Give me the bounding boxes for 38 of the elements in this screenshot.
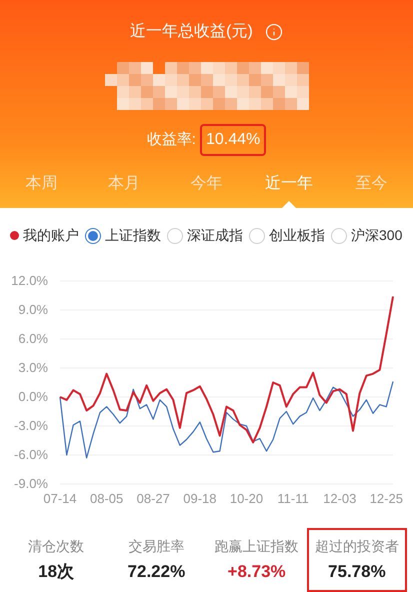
period-tab[interactable]: 本月 <box>82 166 166 208</box>
y-axis-label: 0.0% <box>18 388 48 404</box>
header-title: 近一年总收益(元) <box>130 22 253 42</box>
stat-label: 清仓次数 <box>28 536 84 556</box>
y-axis-label: -9.0% <box>14 476 48 490</box>
y-axis-label: 3.0% <box>18 360 48 374</box>
y-axis-label: -6.0% <box>14 446 48 462</box>
stat-value: 75.78% <box>328 560 386 582</box>
x-axis-label: 12-03 <box>323 490 356 506</box>
period-tab[interactable]: 本周 <box>0 166 83 208</box>
x-axis-label: 11-11 <box>277 490 309 506</box>
x-axis-label: 08-05 <box>90 490 124 506</box>
stat-label: 交易胜率 <box>128 536 184 556</box>
x-axis-label: 07-14 <box>43 490 77 506</box>
y-axis-label: 9.0% <box>18 302 48 316</box>
rate-value: 10.44% <box>200 124 266 156</box>
index-radio[interactable]: 创业板指 <box>249 225 325 246</box>
index-radio[interactable]: 沪深300 <box>331 225 402 246</box>
index-radio[interactable]: 深证成指 <box>167 225 243 246</box>
y-axis-label: 6.0% <box>18 330 48 346</box>
stat-value: +8.73% <box>228 560 286 582</box>
stat-value: 18次 <box>38 560 74 582</box>
index-radio[interactable]: 上证指数 <box>85 225 161 246</box>
x-axis-label: 08-27 <box>136 490 170 506</box>
x-axis-label: 09-18 <box>183 490 216 506</box>
rate-label: 收益率: <box>146 130 196 150</box>
stat-label: 跑赢上证指数 <box>214 536 299 556</box>
x-axis-label: 10-20 <box>230 490 264 506</box>
y-axis-label: 12.0% <box>11 272 48 288</box>
info-icon[interactable] <box>264 23 283 41</box>
stat-label: 超过的投资者 <box>314 536 399 556</box>
y-axis-label: -3.0% <box>14 418 48 432</box>
x-axis-label: 12-25 <box>370 490 403 506</box>
legend-label: 我的账户 <box>23 226 79 246</box>
period-tab[interactable]: 今年 <box>165 166 248 208</box>
stat-value: 72.22% <box>128 560 186 582</box>
period-tab[interactable]: 近一年 <box>248 166 330 208</box>
period-tab[interactable]: 至今 <box>330 166 413 208</box>
